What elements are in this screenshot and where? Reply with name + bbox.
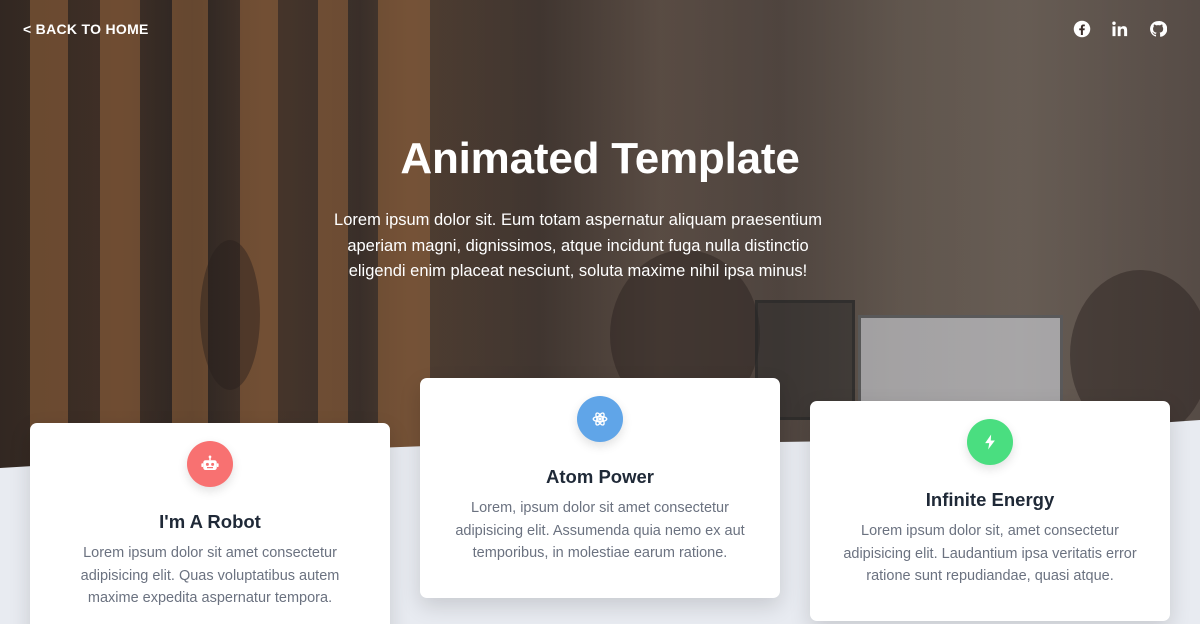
background-pillar xyxy=(172,0,208,470)
card-title: I'm A Robot xyxy=(159,511,261,532)
card-text: Lorem ipsum dolor sit, amet consectetur … xyxy=(843,523,1137,584)
background-monitor xyxy=(858,315,1063,405)
hero-title: Animated Template xyxy=(400,134,800,183)
social-links xyxy=(1073,20,1167,38)
background-person xyxy=(200,240,260,390)
card-title: Infinite Energy xyxy=(925,489,1055,510)
hero-subtitle: Lorem ipsum dolor sit. Eum totam asperna… xyxy=(334,211,822,280)
facebook-icon[interactable] xyxy=(1073,20,1091,38)
bolt-icon xyxy=(967,419,1013,465)
card-text: Lorem ipsum dolor sit amet consectetur a… xyxy=(80,545,340,606)
linkedin-icon[interactable] xyxy=(1111,20,1129,38)
feature-card-atom: Atom Power Lorem, ipsum dolor sit amet c… xyxy=(420,378,780,598)
card-title: Atom Power xyxy=(546,466,654,487)
card-text: Lorem, ipsum dolor sit amet consectetur … xyxy=(455,500,745,561)
feature-card-robot: I'm A Robot Lorem ipsum dolor sit amet c… xyxy=(30,423,390,624)
background-pillar xyxy=(240,0,278,470)
top-nav: < BACK TO HOME xyxy=(0,0,1200,60)
robot-icon xyxy=(187,441,233,487)
background-pillar xyxy=(100,0,140,470)
atom-icon xyxy=(577,396,623,442)
feature-card-energy: Infinite Energy Lorem ipsum dolor sit, a… xyxy=(810,401,1170,621)
background-pillar xyxy=(30,0,68,470)
back-to-home-link[interactable]: < BACK TO HOME xyxy=(23,21,149,37)
github-icon[interactable] xyxy=(1149,20,1167,38)
